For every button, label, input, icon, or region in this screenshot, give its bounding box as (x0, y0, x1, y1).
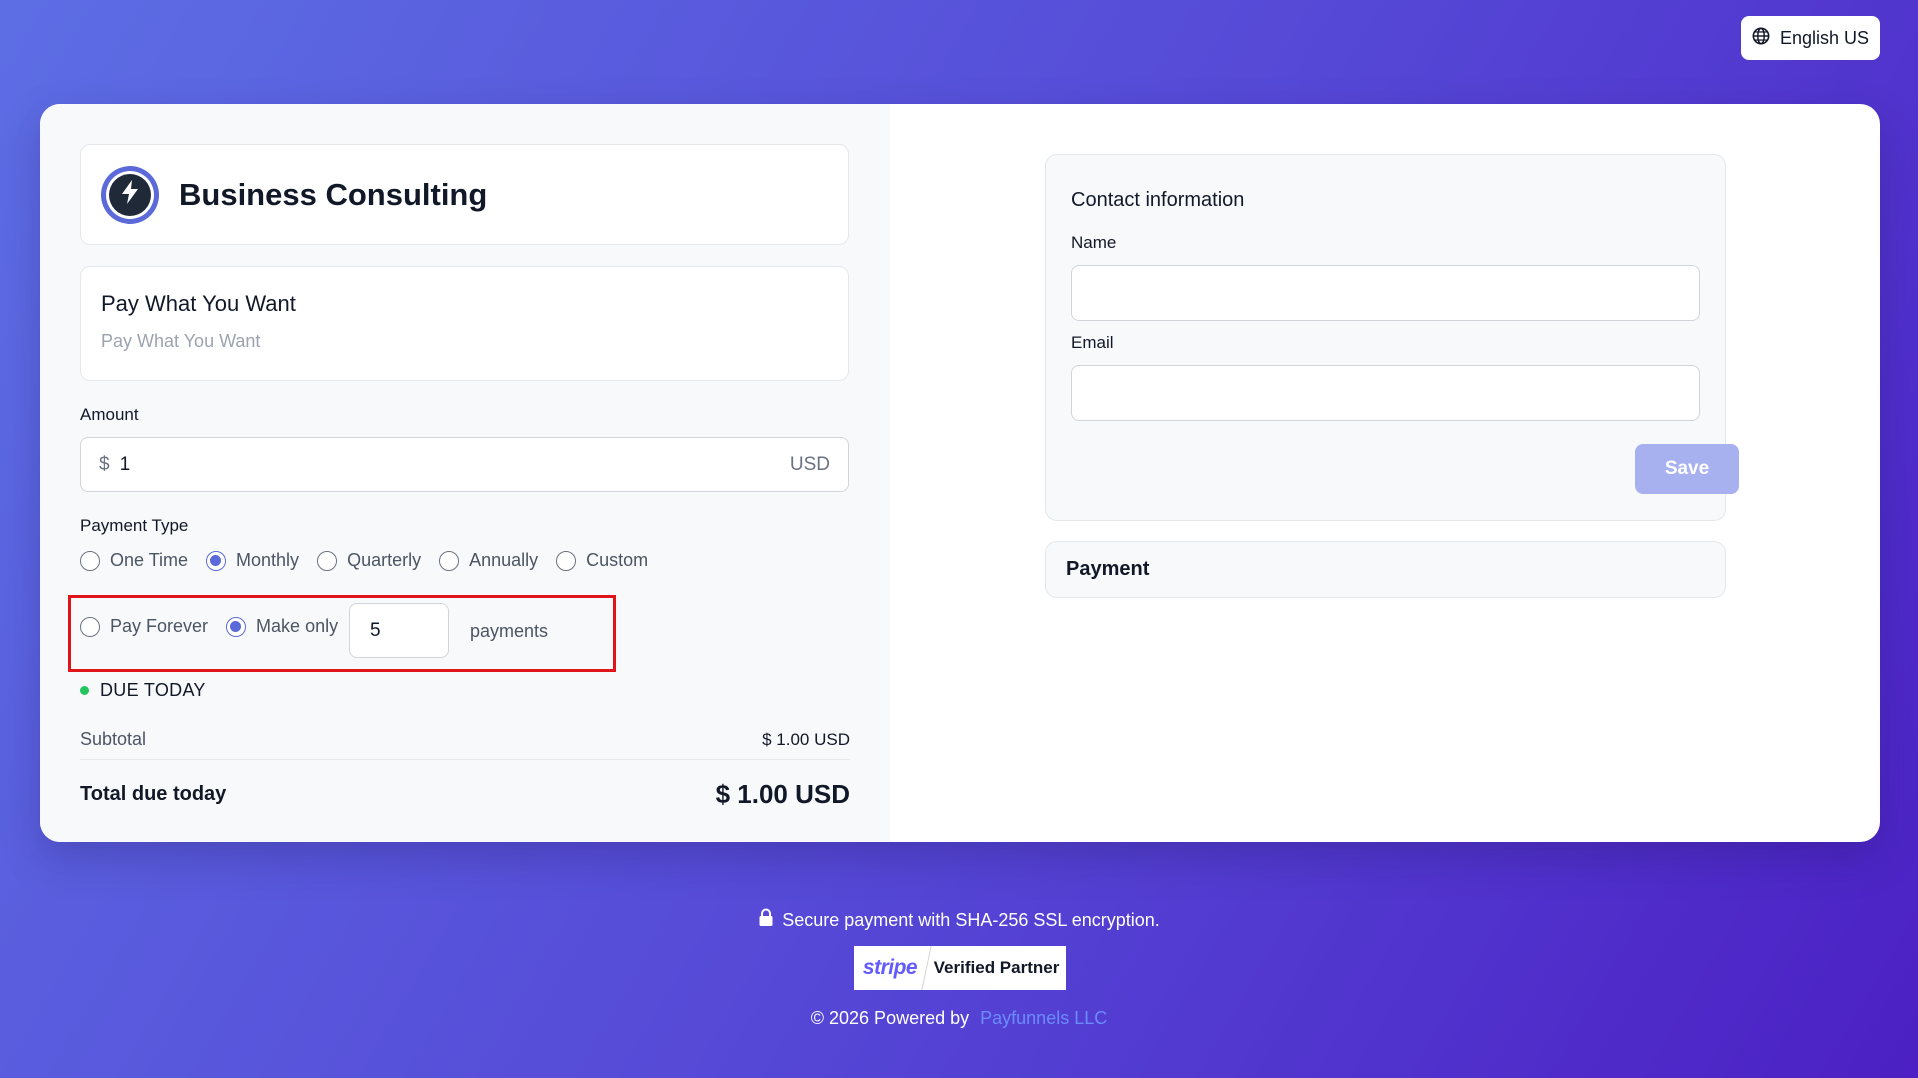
subtotal-label: Subtotal (80, 729, 147, 749)
secure-payment-note: Secure payment with SHA-256 SSL encrypti… (0, 908, 1918, 932)
payfunnels-link[interactable]: Payfunnels LLC (980, 1008, 1107, 1028)
total-row: Total due today $ 1.00 USD (80, 769, 850, 819)
subtotal-value: $ 1.00 USD (762, 729, 850, 749)
lock-icon (758, 908, 774, 932)
payments-count-input[interactable]: 5 (349, 603, 449, 658)
payment-type-label: Payment Type (80, 516, 189, 535)
radio-button[interactable] (226, 616, 247, 637)
radio-one-time[interactable]: One Time (80, 550, 188, 571)
radio-button[interactable] (439, 550, 460, 571)
product-title: Business Consulting (179, 176, 488, 212)
plan-title: Pay What You Want (101, 291, 296, 316)
subtotal-row: Subtotal $ 1.00 USD (80, 720, 850, 760)
contact-information-section: Contact information Name Email Save (1045, 154, 1739, 521)
plan-subtitle: Pay What You Want (101, 331, 261, 351)
currency-code: USD (789, 453, 830, 475)
radio-button[interactable] (206, 550, 227, 571)
radio-button[interactable] (80, 616, 100, 637)
due-today-heading: DUE TODAY (80, 680, 206, 701)
payment-type-radio-group: One Time Monthly Quarterly Annually Cust… (80, 550, 648, 571)
powered-by-text: © 2026 Powered by (810, 1008, 970, 1028)
radio-button[interactable] (80, 550, 100, 571)
radio-button[interactable] (317, 550, 338, 571)
name-label: Name (1071, 233, 1117, 252)
order-summary-pane: Business Consulting Pay What You Want Pa… (40, 104, 890, 842)
powered-by-footer: © 2026 Powered by Payfunnels LLC (0, 1008, 1918, 1029)
radio-monthly[interactable]: Monthly (206, 550, 299, 571)
verified-partner-label: Verified Partner (933, 958, 1060, 977)
stripe-logo: stripe (862, 956, 918, 979)
checkout-card: Business Consulting Pay What You Want Pa… (40, 104, 1880, 842)
total-label: Total due today (80, 782, 227, 805)
total-value: $ 1.00 USD (715, 778, 850, 809)
radio-annually[interactable]: Annually (439, 550, 538, 571)
payment-section-header[interactable]: Payment (1045, 541, 1726, 598)
radio-make-only[interactable]: Make only (226, 616, 338, 637)
language-selector-button[interactable]: English US (1741, 16, 1880, 60)
radio-custom[interactable]: Custom (556, 550, 648, 571)
radio-pay-forever[interactable]: Pay Forever (80, 616, 208, 637)
radio-quarterly[interactable]: Quarterly (317, 550, 421, 571)
name-field[interactable] (1071, 265, 1700, 321)
amount-value: 1 (119, 453, 131, 475)
payments-label: payments (470, 621, 549, 641)
stripe-verified-badge: stripe Verified Partner (854, 946, 1066, 990)
language-label: English US (1779, 27, 1870, 48)
lightning-bolt-icon (119, 179, 141, 210)
product-logo (101, 165, 159, 224)
payment-section-title: Payment (1066, 558, 1150, 580)
contact-title: Contact information (1071, 189, 1245, 211)
email-label: Email (1071, 333, 1114, 352)
globe-icon (1752, 27, 1770, 50)
currency-symbol: $ (99, 453, 110, 475)
amount-input[interactable]: $ 1 USD (80, 437, 849, 492)
save-button[interactable]: Save (1635, 444, 1739, 494)
amount-label: Amount (80, 405, 139, 424)
duration-radio-group: Pay Forever Make only (80, 616, 338, 637)
status-dot (80, 686, 89, 695)
plan-card: Pay What You Want Pay What You Want (80, 266, 849, 381)
product-header: Business Consulting (80, 144, 849, 245)
secure-text: Secure payment with SHA-256 SSL encrypti… (782, 909, 1160, 930)
email-field[interactable] (1071, 365, 1700, 421)
radio-button[interactable] (556, 550, 577, 571)
